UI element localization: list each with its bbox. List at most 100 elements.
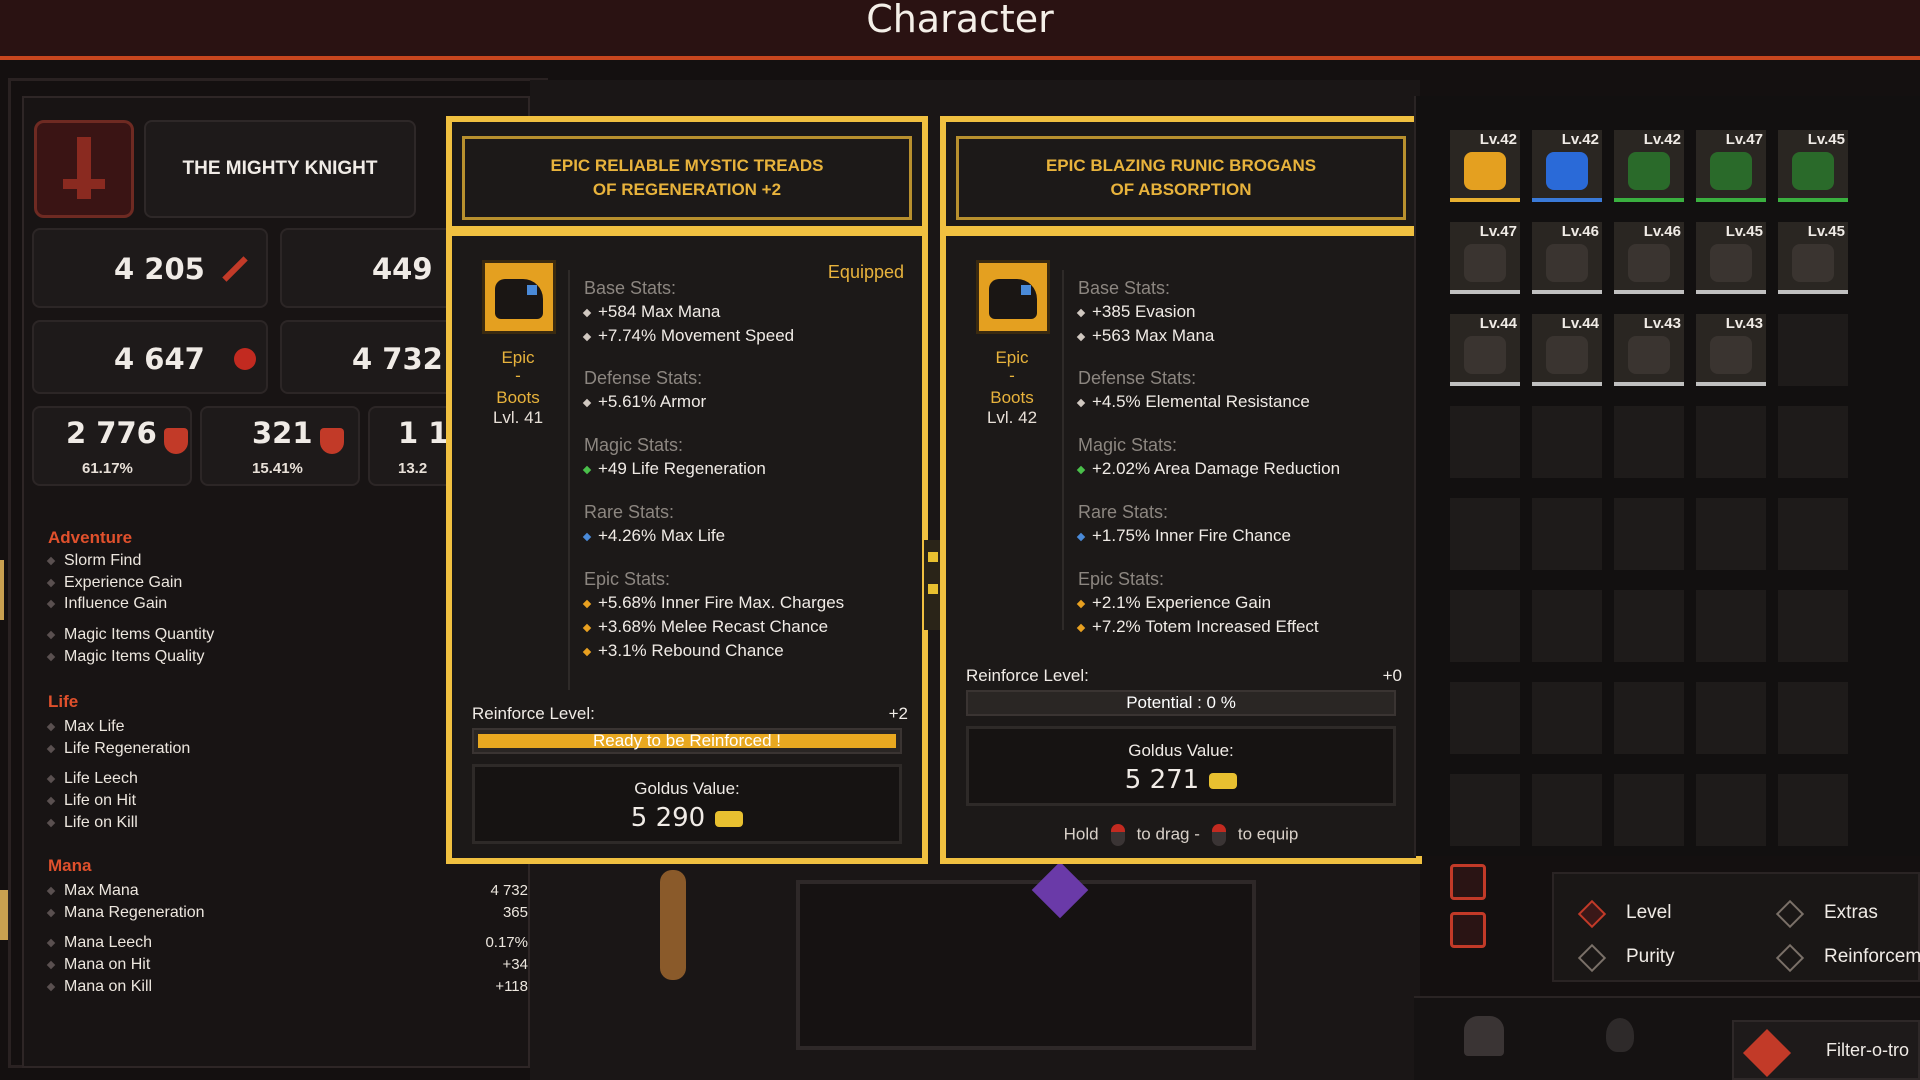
flame-icon[interactable] bbox=[1606, 1018, 1634, 1052]
inventory-empty-slot[interactable] bbox=[1450, 406, 1520, 478]
inventory-item-slot[interactable]: Lv.42 bbox=[1614, 130, 1684, 202]
sort-filter-icon[interactable] bbox=[1450, 912, 1486, 948]
reinforce-value: +0 bbox=[1382, 666, 1402, 685]
inventory-empty-slot[interactable] bbox=[1778, 682, 1848, 754]
inventory-item-slot[interactable]: Lv.43 bbox=[1696, 314, 1766, 386]
tooltip-body: EPIC RELIABLE MYSTIC TREADS OF REGENERAT… bbox=[452, 122, 922, 858]
inventory-empty-slot[interactable] bbox=[1696, 406, 1766, 478]
inventory-empty-slot[interactable] bbox=[1450, 590, 1520, 662]
inventory-empty-slot[interactable] bbox=[1614, 774, 1684, 846]
diamond-icon bbox=[1775, 899, 1805, 929]
stat-row[interactable]: Mana on Hit +34 bbox=[46, 956, 528, 974]
item-level-label: Lv.45 bbox=[1807, 131, 1845, 148]
inventory-empty-slot[interactable] bbox=[1450, 498, 1520, 570]
item-title-line: EPIC RELIABLE MYSTIC TREADS bbox=[550, 156, 824, 175]
inventory-empty-slot[interactable] bbox=[1532, 774, 1602, 846]
inventory-item-slot[interactable]: Lv.45 bbox=[1778, 222, 1848, 294]
bullet-icon bbox=[46, 818, 56, 828]
inventory-item-slot[interactable]: Lv.44 bbox=[1532, 314, 1602, 386]
inventory-empty-slot[interactable] bbox=[1778, 498, 1848, 570]
stat-line: +385 Evasion bbox=[1076, 302, 1196, 322]
item-rarity: Epic bbox=[995, 348, 1029, 367]
item-title-line: OF ABSORPTION bbox=[1110, 180, 1252, 199]
inventory-empty-slot[interactable] bbox=[1778, 406, 1848, 478]
resist-value: 321 bbox=[252, 416, 313, 450]
item-art-icon bbox=[1710, 152, 1752, 190]
sort-purity-option[interactable]: Purity bbox=[1626, 946, 1675, 968]
bullet-icon bbox=[582, 398, 592, 407]
inventory-empty-slot[interactable] bbox=[1450, 774, 1520, 846]
inventory-empty-slot[interactable] bbox=[1614, 498, 1684, 570]
tooltip-divider bbox=[946, 226, 1416, 236]
helmet-icon[interactable] bbox=[1464, 1016, 1504, 1056]
stat-line: +563 Max Mana bbox=[1076, 326, 1215, 346]
inventory-empty-slot[interactable] bbox=[1696, 590, 1766, 662]
shield-icon bbox=[164, 428, 188, 454]
inventory-item-slot[interactable]: Lv.42 bbox=[1450, 130, 1520, 202]
bullet-icon bbox=[46, 960, 56, 970]
damage-value: 4 205 bbox=[114, 252, 205, 286]
inventory-empty-slot[interactable] bbox=[1778, 774, 1848, 846]
title-bar: Character bbox=[0, 0, 1920, 60]
inventory-item-slot[interactable]: Lv.47 bbox=[1696, 130, 1766, 202]
stat-label: Influence Gain bbox=[64, 595, 168, 612]
stat-row[interactable]: Max Mana 4 732 bbox=[46, 882, 528, 900]
rare-stats-heading: Rare Stats: bbox=[584, 502, 675, 522]
inventory-empty-slot[interactable] bbox=[1532, 498, 1602, 570]
bullet-icon bbox=[46, 886, 56, 896]
stat-row[interactable]: Mana Leech 0.17% bbox=[46, 934, 528, 952]
stat-row[interactable]: Mana on Kill +118 bbox=[46, 978, 528, 996]
inventory-empty-slot[interactable] bbox=[1532, 406, 1602, 478]
stat-label: Life Leech bbox=[64, 770, 138, 787]
inventory-item-slot[interactable]: Lv.45 bbox=[1696, 222, 1766, 294]
item-title-line: EPIC BLAZING RUNIC BROGANS bbox=[1045, 156, 1317, 175]
goldus-value-box: Goldus Value: 5 271 bbox=[966, 726, 1396, 806]
bullet-icon bbox=[582, 465, 592, 474]
inventory-empty-slot[interactable] bbox=[1532, 590, 1602, 662]
inventory-item-slot[interactable]: Lv.42 bbox=[1532, 130, 1602, 202]
inventory-item-slot[interactable]: Lv.47 bbox=[1450, 222, 1520, 294]
epic-stats-heading: Epic Stats: bbox=[584, 569, 671, 589]
inventory-empty-slot[interactable] bbox=[1778, 314, 1848, 386]
rarity-bar bbox=[1532, 198, 1602, 202]
inventory-empty-slot[interactable] bbox=[1450, 682, 1520, 754]
stat-line: +584 Max Mana bbox=[582, 302, 720, 322]
inventory-item-slot[interactable]: Lv.43 bbox=[1614, 314, 1684, 386]
inventory-item-slot[interactable]: Lv.46 bbox=[1614, 222, 1684, 294]
stat-text: +5.61% Armor bbox=[598, 392, 707, 411]
inventory-empty-slot[interactable] bbox=[1614, 590, 1684, 662]
right-mouse-icon bbox=[1211, 824, 1226, 846]
sword-icon bbox=[77, 137, 91, 199]
stat-label: Mana Regeneration bbox=[64, 904, 205, 921]
inventory-empty-slot[interactable] bbox=[1696, 498, 1766, 570]
stat-line: +3.1% Rebound Chance bbox=[582, 641, 784, 661]
sort-level-option[interactable]: Level bbox=[1626, 902, 1671, 924]
damage-stat-box: 4 205 bbox=[32, 228, 268, 308]
stat-row[interactable]: Mana Regeneration 365 bbox=[46, 904, 528, 922]
inventory-empty-slot[interactable] bbox=[1696, 774, 1766, 846]
life-stat-box: 4 647 bbox=[32, 320, 268, 394]
stat-text: +563 Max Mana bbox=[1092, 326, 1215, 345]
bullet-icon bbox=[46, 556, 56, 566]
sort-reinforcement-option[interactable]: Reinforcem bbox=[1824, 946, 1920, 968]
filter-button[interactable]: Filter-o-tro bbox=[1732, 1020, 1920, 1080]
inventory-empty-slot[interactable] bbox=[1696, 682, 1766, 754]
bullet-icon bbox=[46, 744, 56, 754]
inventory-item-slot[interactable]: Lv.44 bbox=[1450, 314, 1520, 386]
sort-extras-option[interactable]: Extras bbox=[1824, 902, 1878, 924]
stat-text: +7.2% Totem Increased Effect bbox=[1092, 617, 1319, 636]
rarity-bar bbox=[1778, 198, 1848, 202]
magic-stats-heading: Magic Stats: bbox=[1078, 435, 1178, 455]
inventory-empty-slot[interactable] bbox=[1614, 406, 1684, 478]
inventory-item-slot[interactable]: Lv.46 bbox=[1532, 222, 1602, 294]
stat-value: 365 bbox=[502, 904, 528, 921]
stat-line: +7.2% Totem Increased Effect bbox=[1076, 617, 1319, 637]
stat-line: +4.26% Max Life bbox=[582, 526, 725, 546]
inventory-empty-slot[interactable] bbox=[1778, 590, 1848, 662]
stat-line: +3.68% Melee Recast Chance bbox=[582, 617, 828, 637]
inventory-empty-slot[interactable] bbox=[1614, 682, 1684, 754]
goldus-amount: 5 290 bbox=[475, 803, 899, 833]
inventory-empty-slot[interactable] bbox=[1532, 682, 1602, 754]
list-filter-icon[interactable] bbox=[1450, 864, 1486, 900]
inventory-item-slot[interactable]: Lv.45 bbox=[1778, 130, 1848, 202]
